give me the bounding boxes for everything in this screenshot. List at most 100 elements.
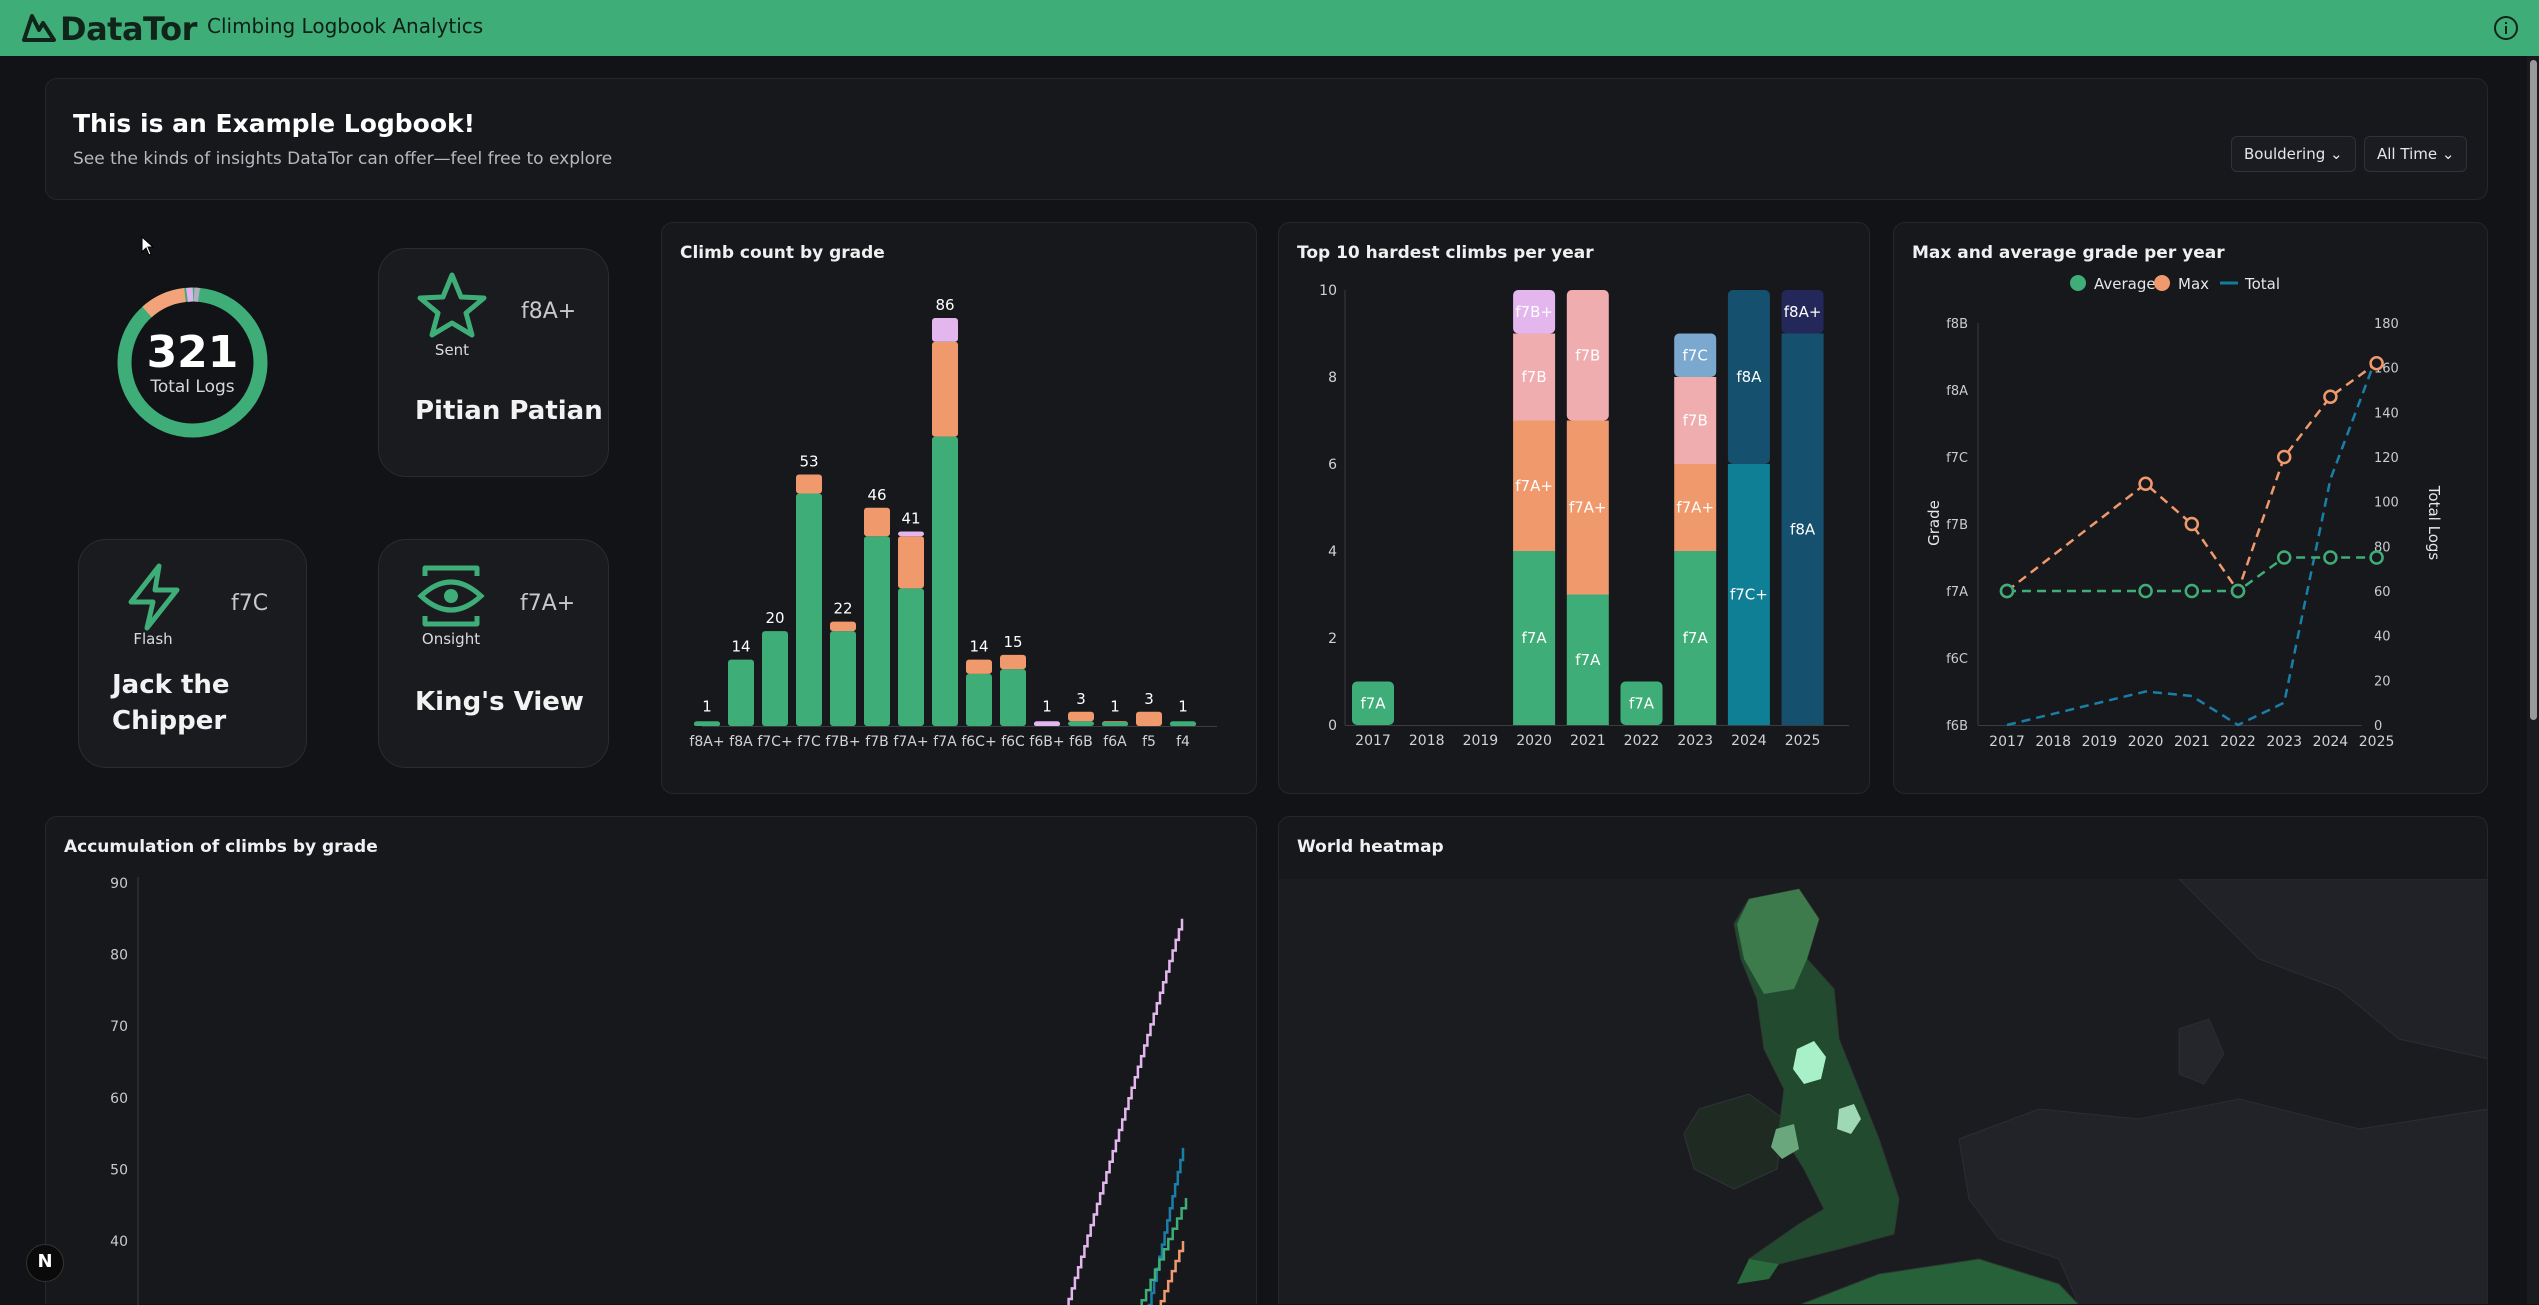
segment-label: f7A+ — [1515, 477, 1553, 495]
segment-label: f7A — [1575, 651, 1601, 669]
segment-label: f7A — [1683, 629, 1709, 647]
x-tick-label: f6C+ — [961, 734, 996, 750]
x-tick-label: 2023 — [1677, 733, 1713, 749]
banner-subtitle: See the kinds of insights DataTor can of… — [73, 149, 613, 169]
time-range-dropdown[interactable]: All Time ⌄ — [2364, 136, 2468, 172]
x-tick-label: f6B+ — [1029, 734, 1064, 750]
y-tick-label: 10 — [1319, 283, 1337, 299]
bar-total-label: 53 — [799, 453, 818, 471]
segment-fill-2023 — [1674, 550, 1717, 551]
y-tick-label: 40 — [110, 1234, 128, 1250]
chevron-down-icon: ⌄ — [2330, 145, 2343, 163]
bar-total-label: 3 — [1144, 690, 1154, 708]
info-icon[interactable] — [2493, 15, 2519, 41]
app-logo[interactable]: DataTor — [60, 10, 197, 48]
stat-card-flash[interactable]: Flash f7C Jack the Chipper — [78, 539, 307, 768]
bar-flash-f7B — [864, 507, 890, 537]
top-bar: DataTor Climbing Logbook Analytics — [0, 0, 2539, 56]
legend-label: Average — [2094, 275, 2156, 293]
bar-sent-f6C+ — [966, 673, 992, 726]
x-tick-label: 2022 — [1624, 733, 1660, 749]
world-heatmap-title: World heatmap — [1297, 837, 1444, 857]
y-tick-label: 2 — [1328, 631, 1337, 647]
x-tick-label: f8A — [729, 734, 753, 750]
bar-total-label: 22 — [833, 600, 852, 618]
x-tick-label: f6A — [1103, 734, 1127, 750]
scrollbar-thumb[interactable] — [2530, 60, 2537, 720]
stat-card-onsight[interactable]: Onsight f7A+ King's View — [378, 539, 609, 768]
x-tick-label: f7C — [797, 734, 821, 750]
y-tick-label: f8B — [1946, 317, 1968, 332]
series-point-max — [2138, 476, 2153, 492]
next-dev-badge[interactable]: N — [26, 1244, 64, 1282]
x-tick-label: f7B — [865, 734, 888, 750]
x-tick-label: 2025 — [1785, 733, 1821, 749]
lightning-icon — [128, 563, 180, 631]
segment-label: f8A — [1736, 368, 1762, 386]
y-tick-label: f7C — [1946, 451, 1968, 466]
top10-card: Top 10 hardest climbs per year 0 2 4 6 8 10 f7… — [1278, 222, 1870, 794]
series-point-max — [2276, 449, 2292, 465]
segment-fill-2025 — [1781, 724, 1824, 725]
x-tick-label: 2023 — [2266, 734, 2302, 750]
bar-sent-f7B+ — [830, 631, 856, 726]
x-tick-label: 2020 — [2128, 734, 2164, 750]
y-tick-label: 0 — [1328, 718, 1337, 734]
stat-kind-sent: Sent — [434, 341, 470, 359]
eye-icon — [417, 565, 485, 627]
x-tick-label: 2019 — [1463, 733, 1499, 749]
x-tick-label: 2020 — [1516, 733, 1552, 749]
bar-flash-f6B — [1068, 711, 1094, 722]
stat-card-sent[interactable]: Sent f8A+ Pitian Patian — [378, 248, 609, 477]
segment-fill-2021 — [1566, 724, 1609, 725]
segment-fill-2024 — [1727, 724, 1770, 725]
world-heatmap-map[interactable] — [1279, 879, 2488, 1304]
x-tick-label: f7A — [933, 734, 957, 750]
segment-label: f7C — [1683, 346, 1708, 364]
bar-sent-f6C — [1000, 669, 1026, 726]
x-tick-label: f7C+ — [757, 734, 792, 750]
y-tick-label: 8 — [1328, 370, 1337, 386]
climb-count-chart: 1 f8A+ 14 f8A 20 f7C+ 53 f7C 22 f7B+ 46 f7B 41 f7A+ 86… — [689, 296, 1217, 750]
series-point-average — [2369, 550, 2384, 565]
stat-grade-flash: f7C — [231, 591, 269, 616]
max-avg-chart: Average Max Total f6B f6C f7A f7B f7C f8A f8B 0 20 4… — [1925, 275, 2443, 750]
segment-label: f7A+ — [1676, 499, 1714, 517]
segment-fill-2020 — [1513, 550, 1556, 551]
x-tick-label: 2021 — [1570, 733, 1606, 749]
series-point-average — [1999, 583, 2015, 599]
y2-tick-label: 140 — [2374, 406, 2399, 421]
y-tick-label: 90 — [110, 876, 128, 892]
series-point-average — [2276, 550, 2292, 565]
bar-flash-f7A — [932, 341, 958, 437]
bar-sent-f7A — [932, 436, 958, 726]
discipline-dropdown[interactable]: Bouldering ⌄ — [2231, 136, 2356, 172]
bar-flash-f5 — [1136, 711, 1162, 726]
app-subtitle: Climbing Logbook Analytics — [207, 14, 484, 38]
x-tick-label: 2017 — [1989, 734, 2025, 750]
mountain-logo-icon — [22, 14, 56, 42]
y2-tick-label: 20 — [2374, 674, 2391, 689]
segment-label: f7A — [1629, 694, 1655, 712]
mouse-cursor-icon — [141, 236, 155, 256]
stat-kind-onsight: Onsight — [421, 630, 481, 648]
donut-segment-other — [193, 287, 200, 302]
x-tick-label: 2024 — [1731, 733, 1767, 749]
y2-tick-label: 40 — [2374, 630, 2391, 645]
time-range-dropdown-value: All Time — [2377, 145, 2438, 163]
bar-total-label: 1 — [1178, 697, 1188, 715]
bar-min-f8A+ — [694, 722, 720, 726]
y2-tick-label: 100 — [2374, 496, 2399, 511]
y-tick-label: 50 — [110, 1162, 128, 1178]
bar-min-f6B+ — [1034, 722, 1060, 726]
series-point-average — [2138, 583, 2153, 599]
series-point-average — [2184, 583, 2200, 599]
x-tick-label: 2019 — [2082, 734, 2118, 750]
star-icon — [417, 272, 487, 338]
bar-flash-f6C+ — [966, 659, 992, 674]
x-tick-label: 2018 — [2035, 734, 2071, 750]
bar-total-label: 20 — [765, 609, 784, 627]
segment-fill-2023 — [1674, 724, 1717, 725]
bar-flash-f7B+ — [830, 621, 856, 632]
bar-total-label: 1 — [1110, 697, 1120, 715]
